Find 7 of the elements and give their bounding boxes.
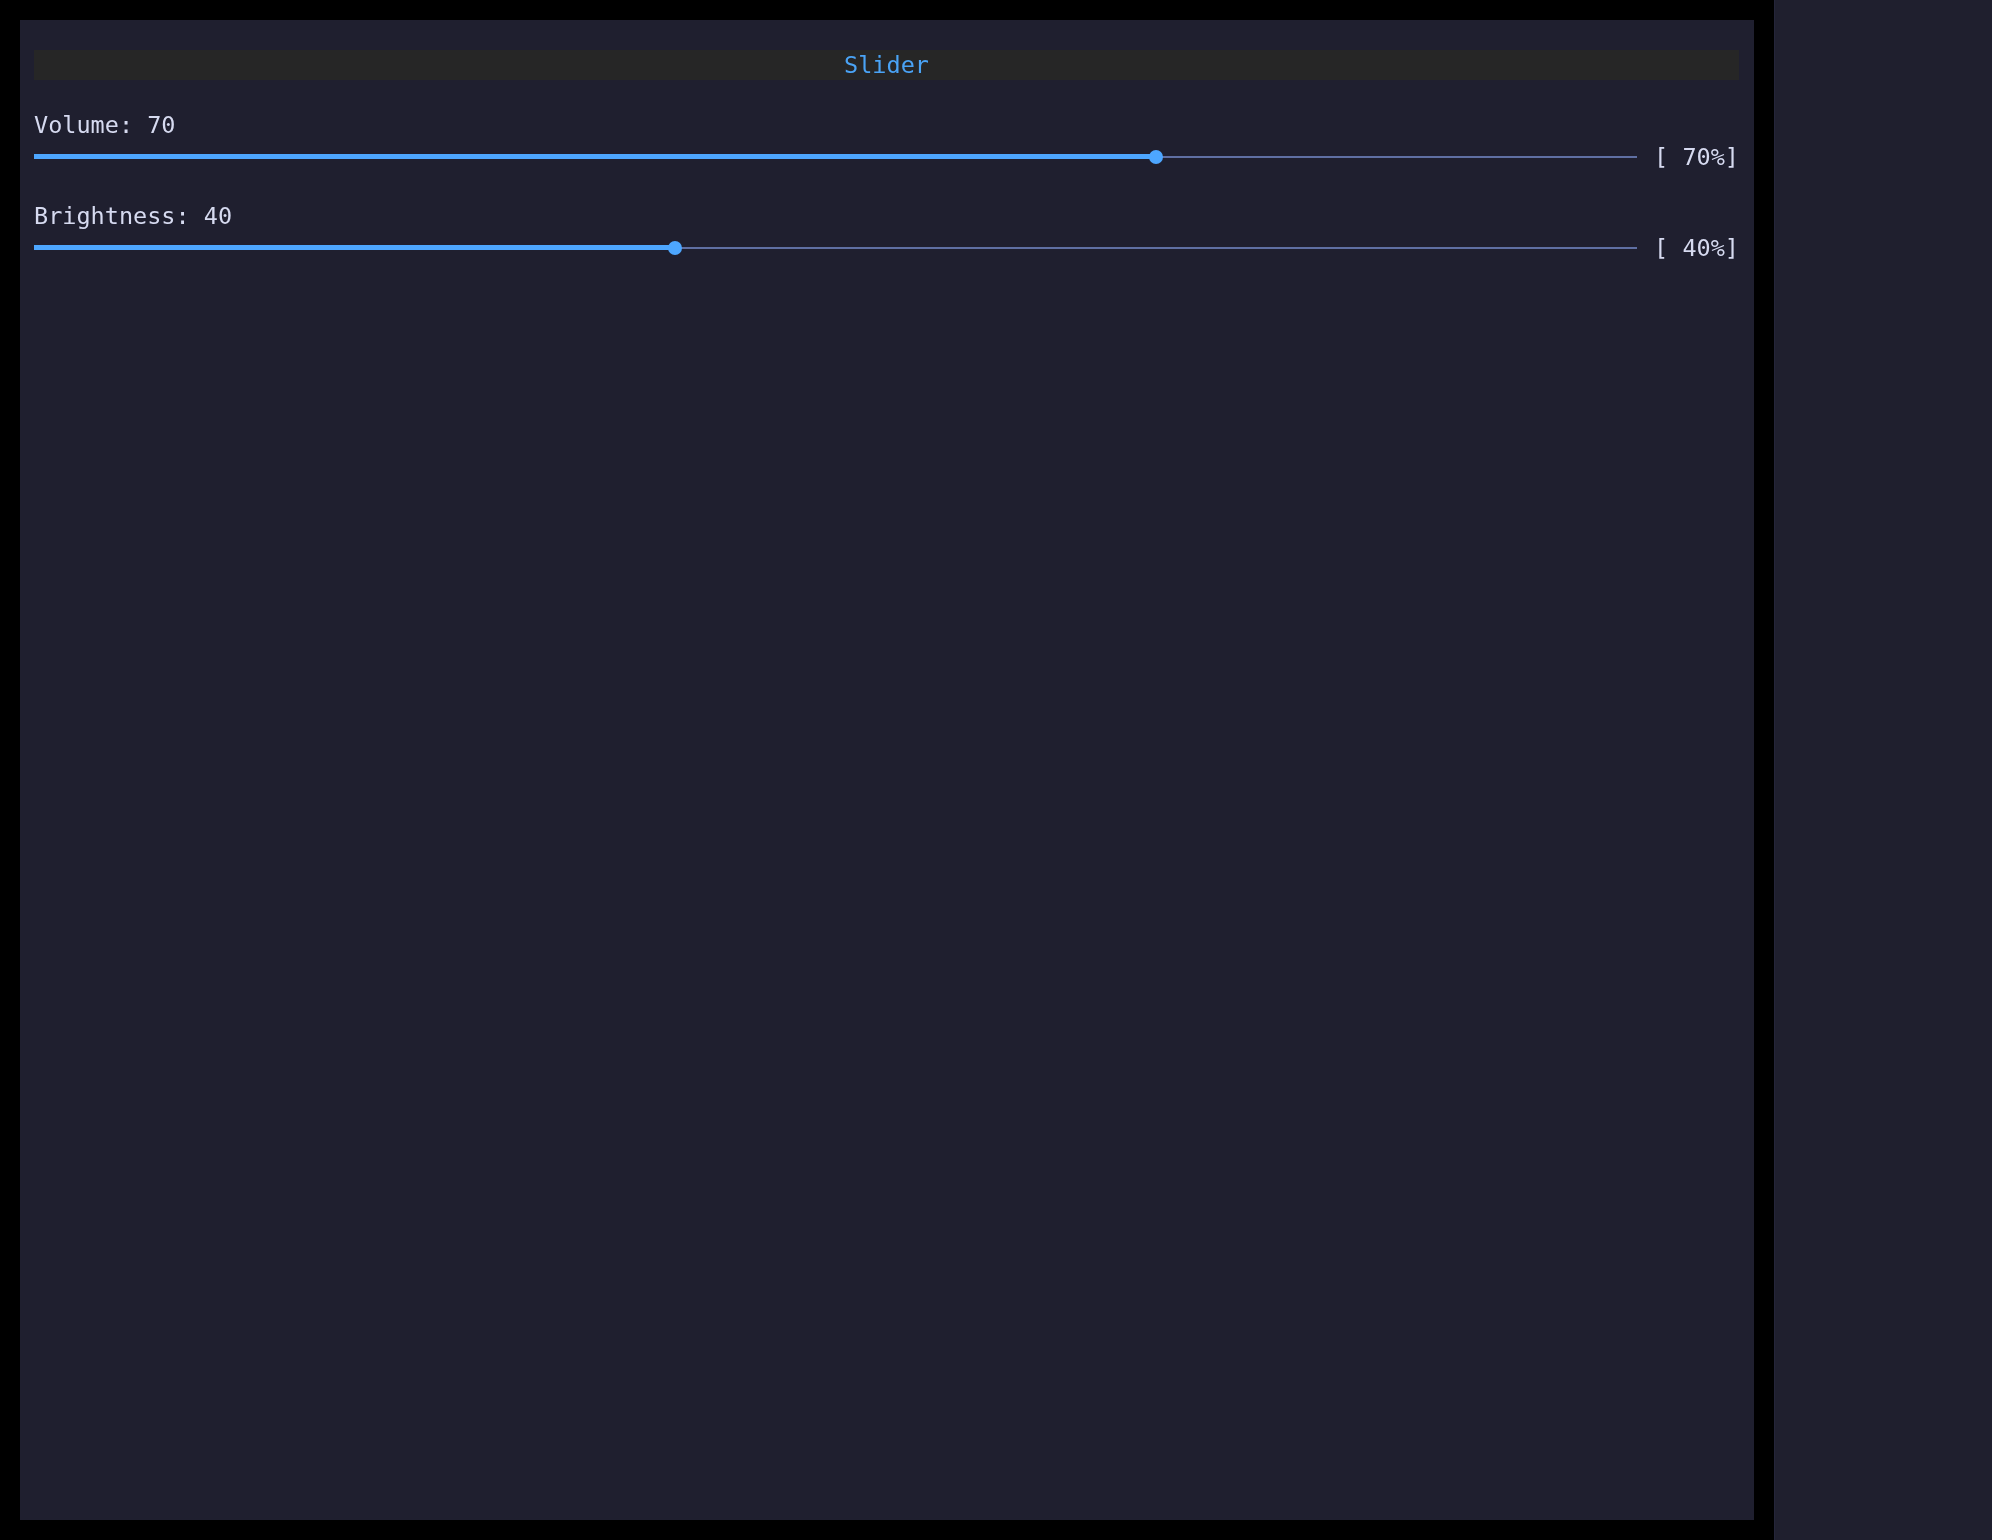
slider-value: [ 40%] (1654, 234, 1739, 262)
title-bar: Slider (34, 50, 1739, 80)
slider-label: Brightness: 40 (34, 202, 233, 230)
slider-thumb[interactable] (1149, 150, 1164, 164)
slider-thumb[interactable] (668, 241, 683, 255)
slider-label: Volume: 70 (34, 111, 176, 139)
slider-value: [ 70%] (1654, 143, 1739, 171)
